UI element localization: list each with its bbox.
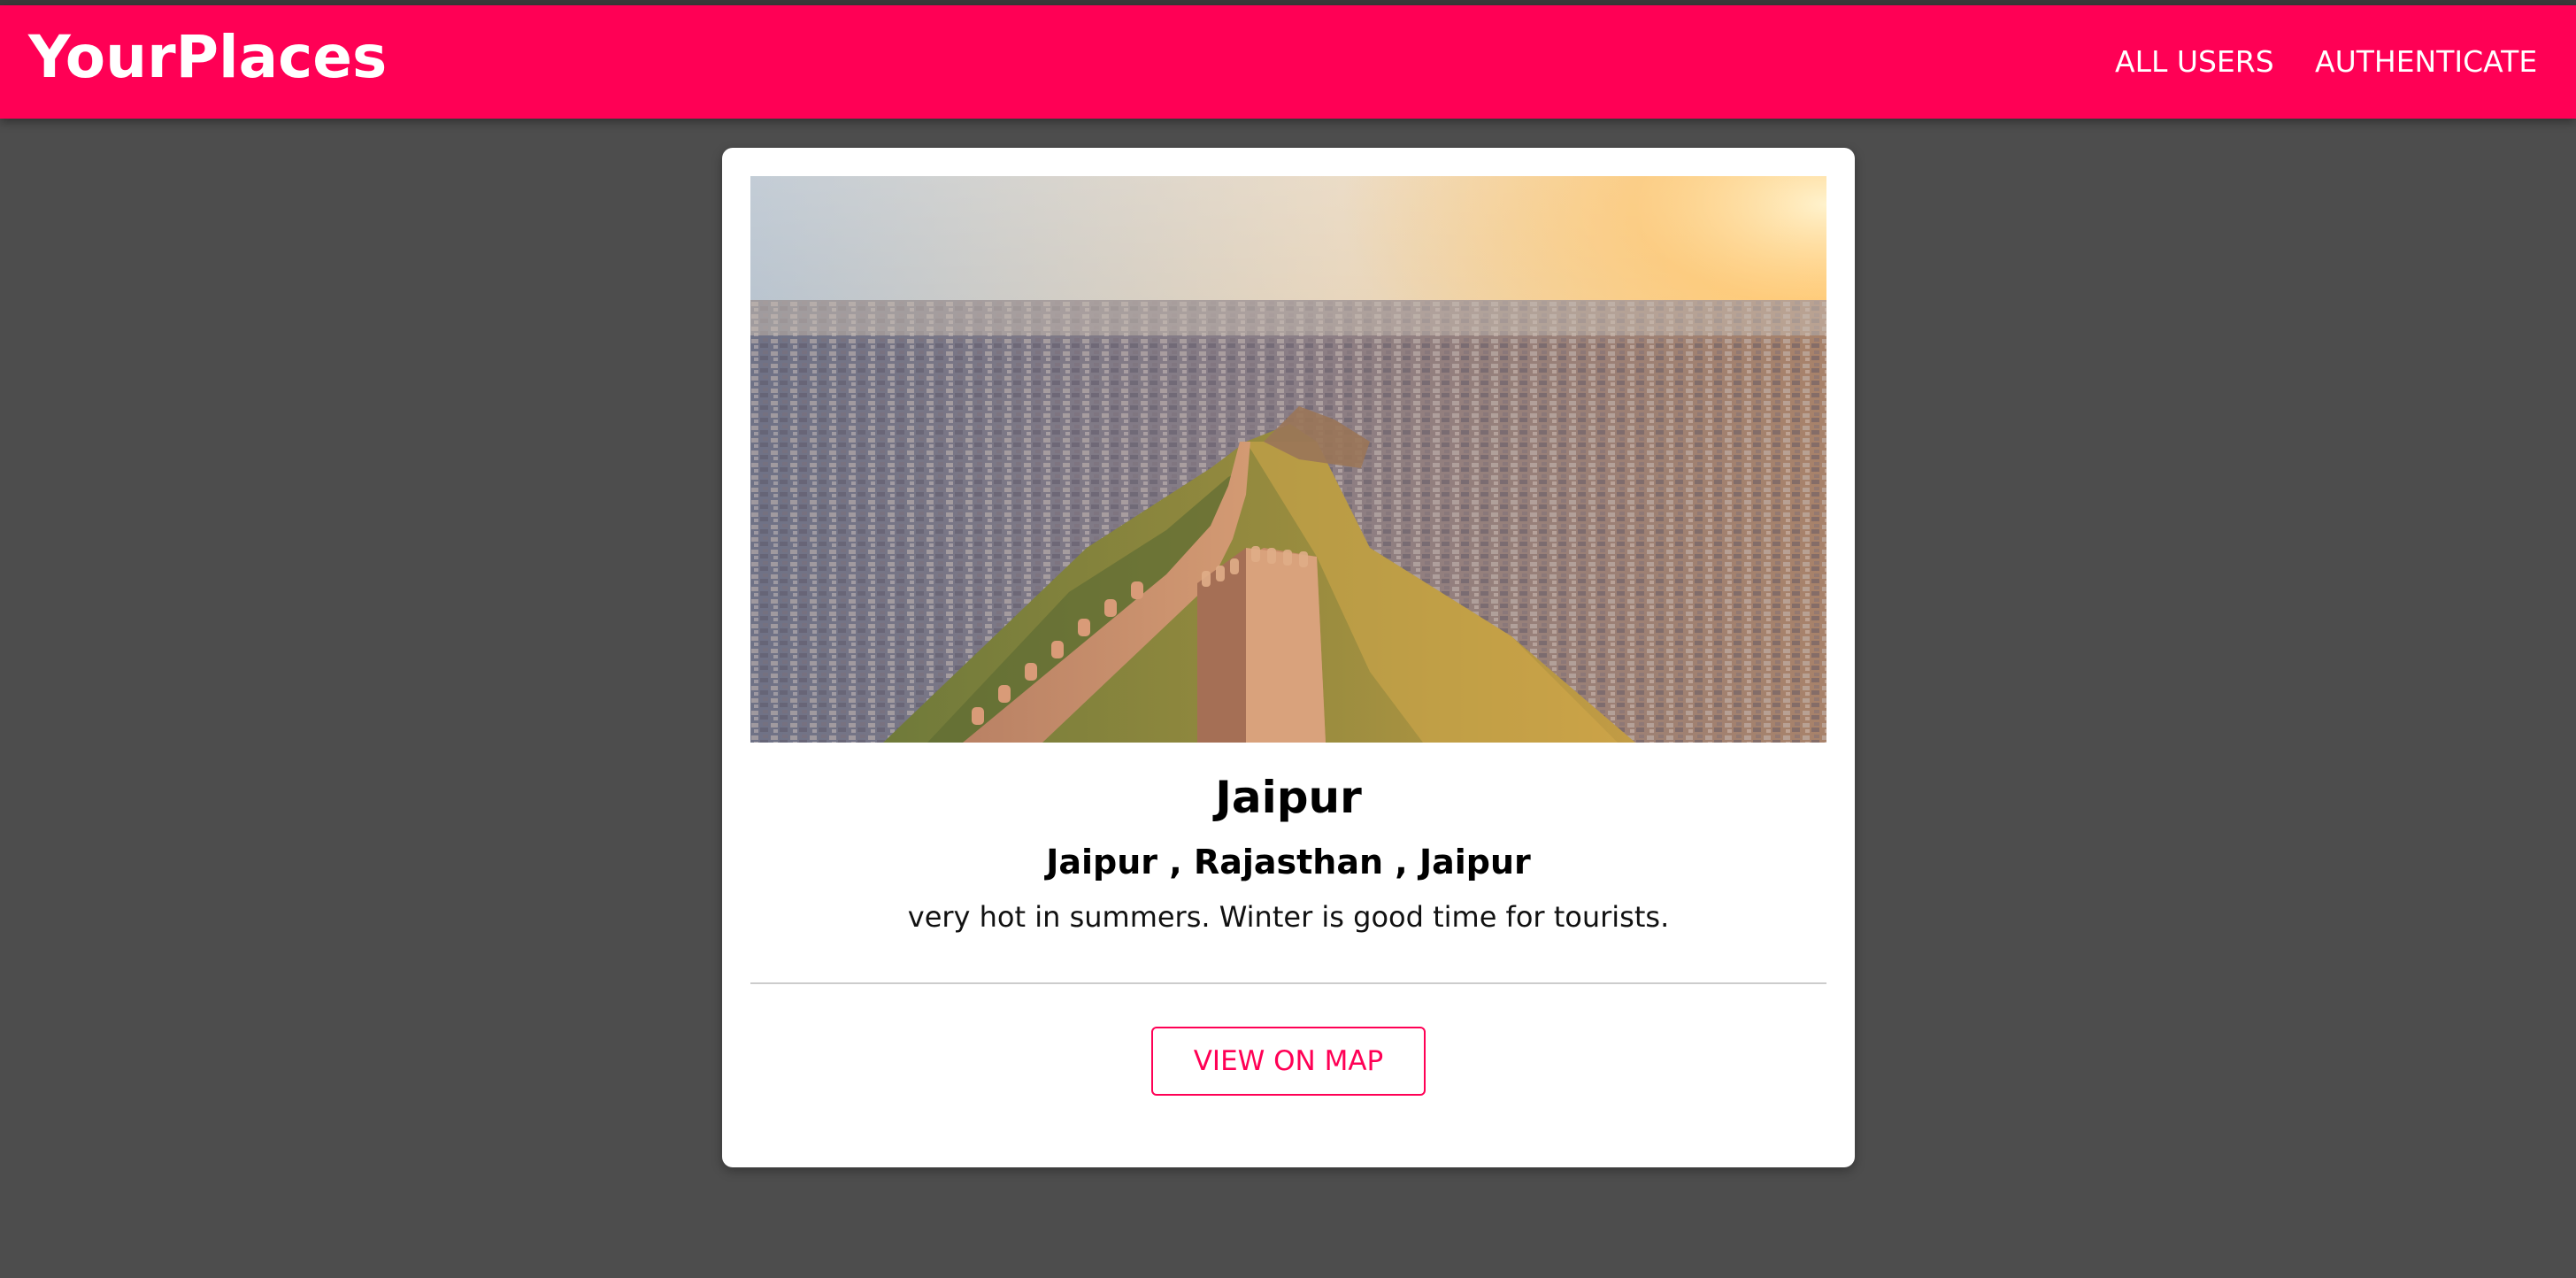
brand-logo-link[interactable]: YourPlaces [28, 28, 387, 87]
main-header: YourPlaces ALL USERS AUTHENTICATE [0, 5, 2576, 119]
card-divider [750, 982, 1826, 984]
place-description: very hot in summers. Winter is good time… [907, 900, 1670, 934]
place-title: Jaipur [1215, 772, 1362, 823]
place-card: Jaipur Jaipur , Rajasthan , Jaipur very … [722, 148, 1855, 1167]
view-on-map-button[interactable]: VIEW ON MAP [1151, 1027, 1426, 1096]
place-address: Jaipur , Rajasthan , Jaipur [1046, 843, 1531, 882]
place-image [750, 176, 1826, 743]
nav-link-all-users[interactable]: ALL USERS [2115, 47, 2274, 76]
nav-link-authenticate[interactable]: AUTHENTICATE [2315, 47, 2537, 76]
